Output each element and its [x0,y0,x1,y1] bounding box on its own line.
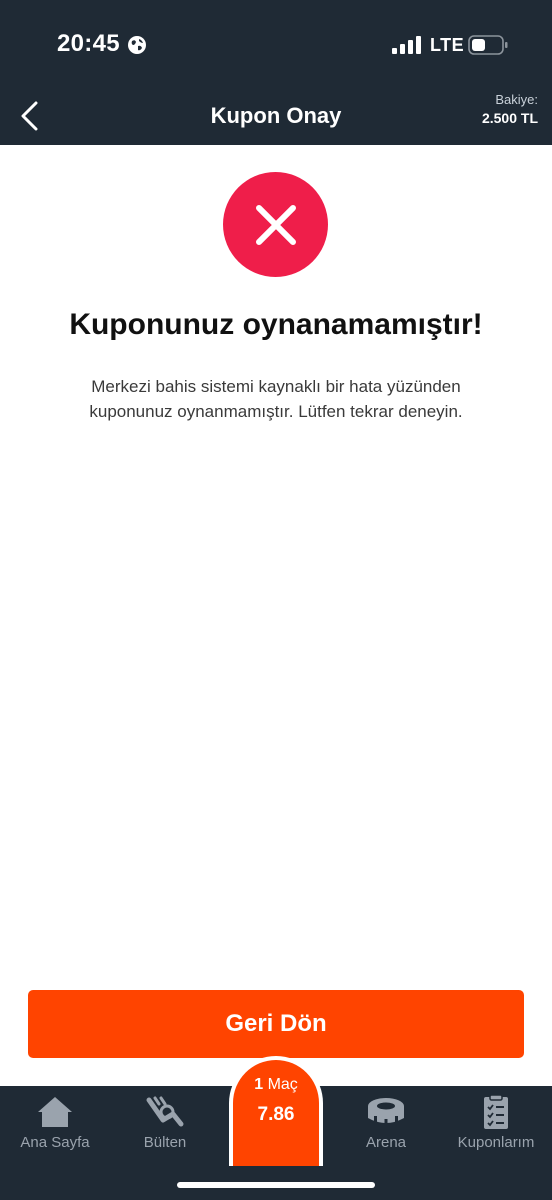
globe-icon [128,36,146,54]
tab-bulletin[interactable]: Bülten [110,1094,220,1151]
coupon-match-count: 1 Maç [254,1076,298,1093]
home-icon [38,1097,72,1127]
status-bar: 20:45 LTE [0,0,552,90]
tab-label-my-coupons: Kuponlarım [457,1134,535,1151]
balance-label: Bakiye: [495,92,538,107]
tab-arena[interactable]: Arena [331,1094,441,1151]
balance-display: Bakiye: 2.500 TL [482,92,538,126]
home-indicator [177,1182,375,1188]
error-x-icon [223,172,328,277]
battery-icon [468,35,508,55]
app-header: 20:45 LTE Kupon Onay Bakiye: 2.500 TL [0,0,552,145]
arena-stadium-icon [368,1098,404,1125]
page-title: Kupon Onay [210,103,342,128]
tab-label-home: Ana Sayfa [20,1134,90,1151]
error-title: Kuponunuz oynanamamıştır! [69,308,483,341]
tab-my-coupons[interactable]: Kuponlarım [441,1094,551,1151]
tab-label-bulletin: Bülten [143,1134,187,1151]
go-back-button[interactable]: Geri Dön [28,990,524,1058]
bulletin-icon [146,1096,184,1127]
coupon-total-odds: 7.86 [257,1104,295,1125]
coupon-summary-button[interactable]: 1 Maç 7.86 [229,1056,323,1166]
nav-bar: Kupon Onay Bakiye: 2.500 TL [0,90,552,145]
network-type: LTE [430,35,465,55]
tab-label-arena: Arena [365,1134,407,1151]
tab-home[interactable]: Ana Sayfa [0,1094,110,1151]
signal-icon [392,36,421,54]
status-time: 20:45 [57,30,120,57]
error-message: Merkezi bahis sistemi kaynaklı bir hata … [89,377,463,421]
balance-value: 2.500 TL [481,110,538,126]
clipboard-list-icon [484,1094,508,1129]
